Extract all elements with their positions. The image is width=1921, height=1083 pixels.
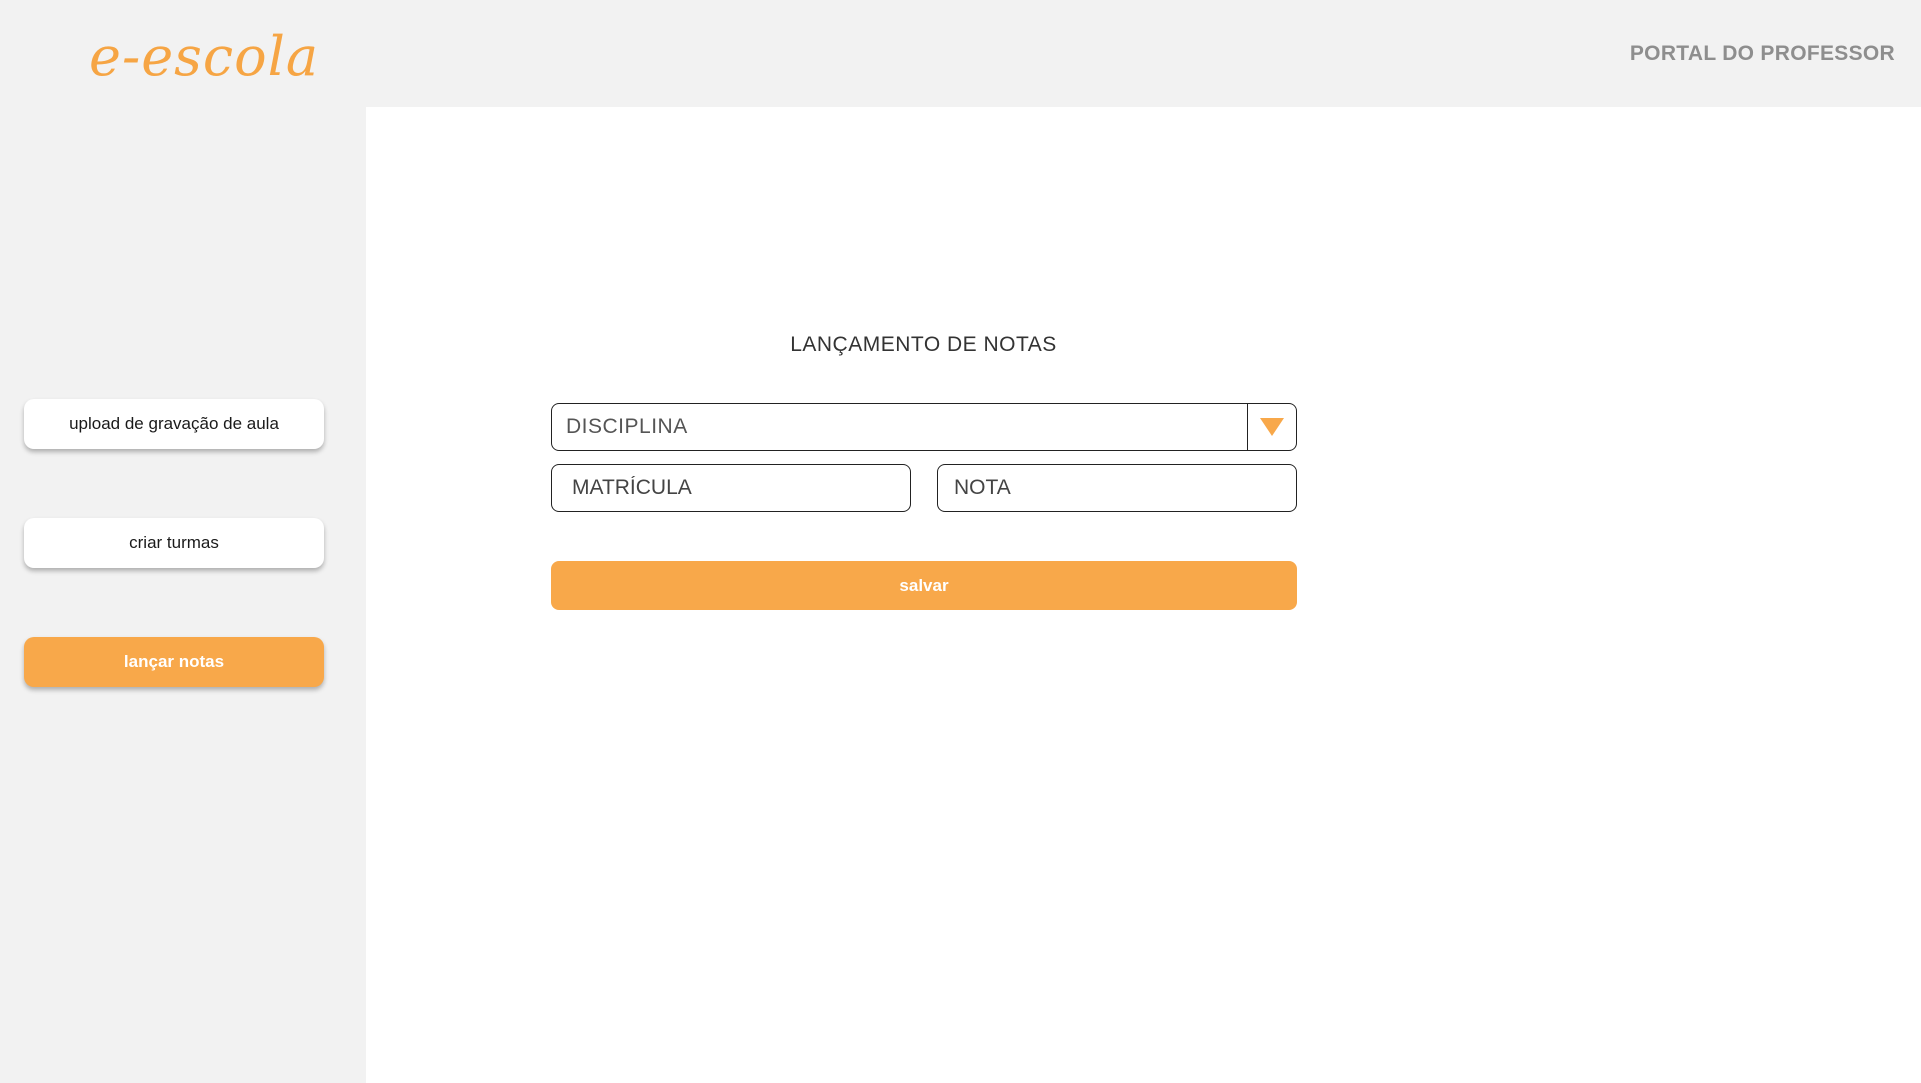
discipline-select[interactable]: DISCIPLINA bbox=[551, 403, 1297, 451]
sidebar-item-label: lançar notas bbox=[123, 652, 225, 671]
save-button[interactable]: salvar bbox=[551, 561, 1297, 610]
enrollment-field-wrapper bbox=[551, 464, 911, 512]
brand-logo[interactable]: e-escola bbox=[89, 30, 319, 84]
sidebar-item-create-classes[interactable]: criar turmas bbox=[24, 518, 324, 568]
page-title: LANÇAMENTO DE NOTAS bbox=[790, 333, 1057, 356]
sidebar-item-upload-recording[interactable]: upload de gravação de aula bbox=[24, 399, 324, 449]
dropdown-toggle[interactable] bbox=[1247, 404, 1296, 450]
top-bar: e-escola PORTAL DO PROFESSOR bbox=[0, 0, 1921, 107]
discipline-select-value: DISCIPLINA bbox=[566, 415, 688, 438]
sidebar-item-label: upload de gravação de aula bbox=[69, 414, 279, 433]
grade-field[interactable] bbox=[952, 464, 1296, 512]
enrollment-field[interactable] bbox=[570, 464, 910, 512]
portal-title: PORTAL DO PROFESSOR bbox=[1629, 42, 1895, 65]
sidebar bbox=[0, 107, 366, 1083]
chevron-down-icon bbox=[1260, 418, 1284, 436]
sidebar-item-post-grades[interactable]: lançar notas bbox=[24, 637, 324, 687]
sidebar-item-label: criar turmas bbox=[129, 533, 219, 552]
save-button-label: salvar bbox=[899, 575, 949, 595]
grade-field-wrapper bbox=[937, 464, 1297, 512]
